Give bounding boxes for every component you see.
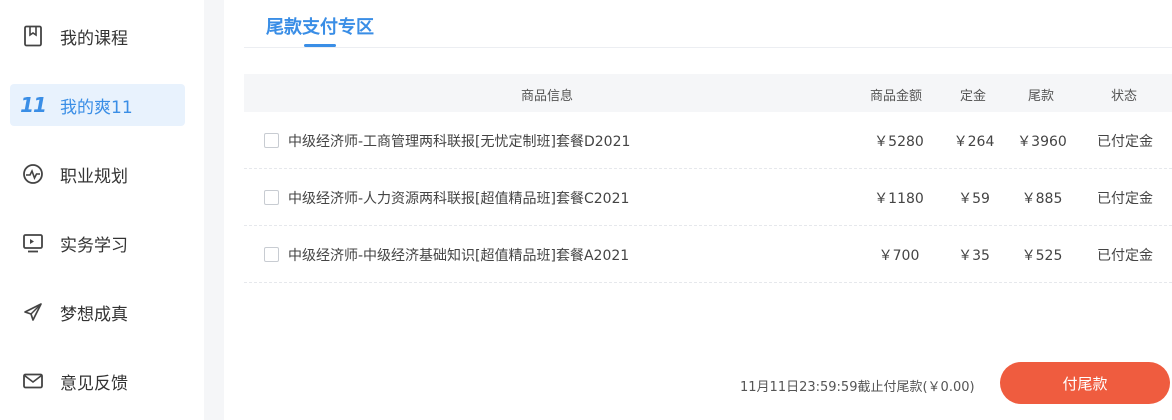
tab-active-indicator: [304, 44, 336, 47]
sidebar-item-label: 意见反馈: [60, 373, 128, 394]
row-checkbox[interactable]: [264, 190, 279, 205]
header-balance: 尾款: [1028, 89, 1055, 104]
product-deposit: ￥264: [953, 134, 995, 150]
header-price: 商品金额: [870, 89, 923, 104]
paper-plane-icon: [22, 301, 44, 323]
sidebar-item-label: 我的爽11: [60, 97, 133, 118]
mail-icon: [22, 370, 44, 392]
sidebar-item-label: 职业规划: [60, 166, 128, 187]
product-name: 中级经济师-工商管理两科联报[无忧定制班]套餐D2021: [288, 134, 631, 150]
pay-balance-button[interactable]: 付尾款: [1000, 362, 1170, 404]
sidebar-item-career-planning[interactable]: 职业规划: [10, 153, 185, 195]
product-price: ￥5280: [874, 134, 924, 150]
table-row: 中级经济师-中级经济基础知识[超值精品班]套餐A2021 ￥700 ￥35 ￥5…: [244, 226, 1172, 283]
product-deposit: ￥35: [958, 248, 990, 264]
product-balance: ￥885: [1021, 191, 1063, 207]
header-status: 状态: [1111, 89, 1138, 104]
pulse-icon: [22, 163, 44, 185]
row-checkbox[interactable]: [264, 133, 279, 148]
sidebar-item-double-eleven[interactable]: 11 我的爽11: [10, 84, 185, 126]
product-balance: ￥3960: [1017, 134, 1067, 150]
sidebar-item-my-courses[interactable]: 我的课程: [10, 15, 185, 57]
sidebar-item-feedback[interactable]: 意见反馈: [10, 360, 185, 402]
sidebar-divider: [204, 0, 224, 420]
bookmark-icon: [22, 25, 44, 47]
sidebar-item-label: 实务学习: [60, 235, 128, 256]
sidebar-item-dream-come-true[interactable]: 梦想成真: [10, 291, 185, 333]
sidebar: 我的课程 11 我的爽11 职业规划 实务学习 梦想成真 意见反馈: [0, 0, 204, 420]
status-text: 已付定金: [1097, 134, 1153, 150]
table-row: 中级经济师-人力资源两科联报[超值精品班]套餐C2021 ￥1180 ￥59 ￥…: [244, 169, 1172, 226]
product-deposit: ￥59: [958, 191, 990, 207]
product-name: 中级经济师-中级经济基础知识[超值精品班]套餐A2021: [288, 248, 630, 264]
header-deposit: 定金: [960, 89, 987, 104]
table-row: 中级经济师-工商管理两科联报[无忧定制班]套餐D2021 ￥5280 ￥264 …: [244, 112, 1172, 169]
monitor-icon: [22, 232, 44, 254]
deadline-note: 11月11日23:59:59截止付尾款(￥0.00): [740, 380, 975, 395]
main-content: 尾款支付专区 商品信息 商品金额 定金 尾款 状态 中级经济师-工商管理两科联报…: [224, 0, 1172, 420]
product-name: 中级经济师-人力资源两科联报[超值精品班]套餐C2021: [288, 191, 630, 207]
tab-bar: 尾款支付专区: [244, 0, 1172, 48]
header-product-info: 商品信息: [521, 89, 574, 104]
sidebar-item-practice-study[interactable]: 实务学习: [10, 222, 185, 264]
sidebar-item-label: 梦想成真: [60, 304, 128, 325]
status-text: 已付定金: [1097, 191, 1153, 207]
double-eleven-icon: 11: [20, 93, 47, 117]
table-header: 商品信息 商品金额 定金 尾款 状态: [244, 74, 1172, 112]
tab-balance-payment[interactable]: 尾款支付专区: [266, 13, 374, 39]
product-price: ￥1180: [874, 191, 924, 207]
product-balance: ￥525: [1021, 248, 1063, 264]
sidebar-item-label: 我的课程: [60, 28, 128, 49]
product-price: ￥700: [878, 248, 920, 264]
row-checkbox[interactable]: [264, 247, 279, 262]
status-text: 已付定金: [1097, 248, 1153, 264]
